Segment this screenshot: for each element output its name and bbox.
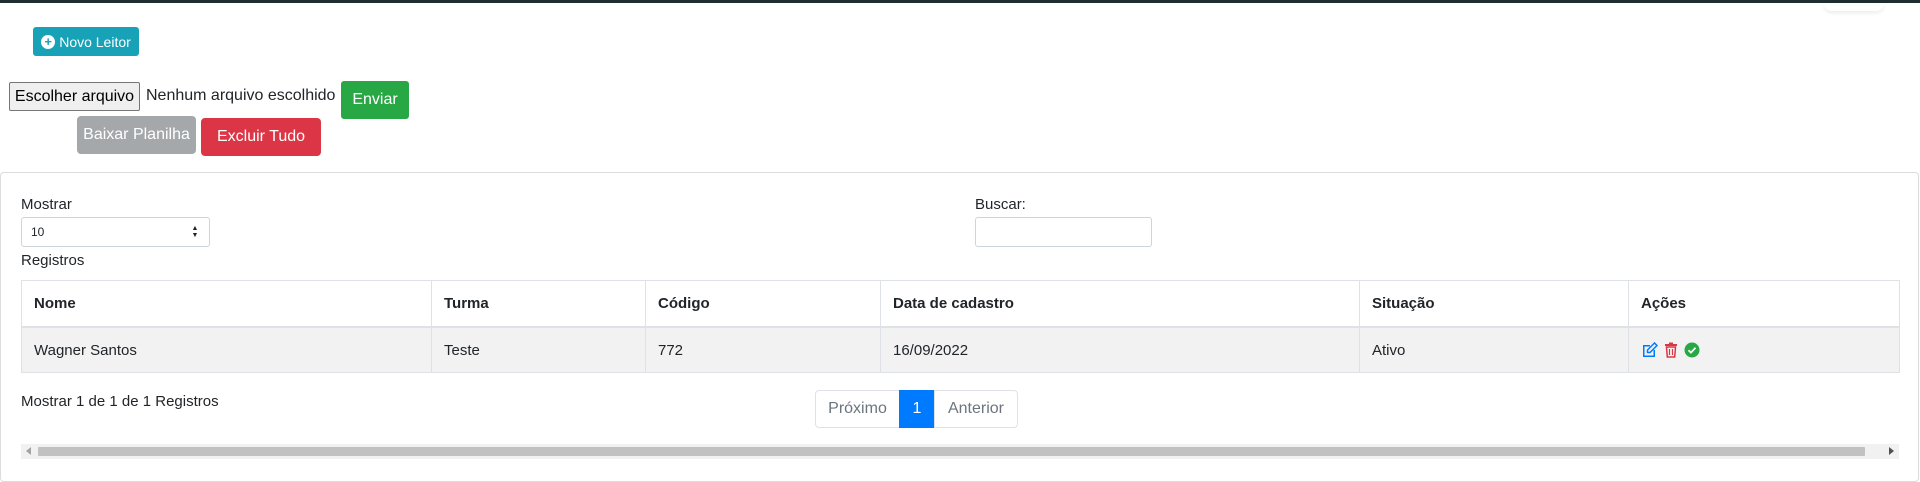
download-sheet-button[interactable]: Baixar Planilha [77, 116, 196, 154]
cell-situacao: Ativo [1359, 326, 1629, 373]
scroll-right-arrow-icon[interactable] [1889, 447, 1894, 455]
top-bar [0, 0, 1920, 3]
header-acoes: Ações [1628, 280, 1900, 328]
file-status-text: Nenhum arquivo escolhido [146, 87, 336, 104]
header-data-cadastro[interactable]: Data de cadastro [880, 280, 1360, 328]
edit-icon[interactable] [1641, 342, 1658, 358]
pagination-previous[interactable]: Anterior [934, 390, 1018, 428]
header-nome[interactable]: Nome [21, 280, 432, 328]
cell-data: 16/09/2022 [880, 326, 1360, 373]
choose-file-button[interactable]: Escolher arquivo [9, 82, 140, 111]
search-input[interactable] [975, 217, 1152, 247]
show-label: Mostrar [21, 196, 72, 213]
cell-codigo: 772 [645, 326, 881, 373]
plus-circle-icon: + [41, 34, 56, 49]
horizontal-scrollbar[interactable] [21, 444, 1899, 459]
top-bar-shadow [1824, 3, 1884, 11]
records-info: Mostrar 1 de 1 de 1 Registros [21, 393, 219, 410]
page-size-value: 10 [31, 225, 45, 239]
cell-nome: Wagner Santos [21, 326, 432, 373]
header-turma[interactable]: Turma [431, 280, 646, 328]
cell-turma: Teste [431, 326, 646, 373]
pagination-page-1[interactable]: 1 [899, 390, 935, 428]
table-header-row: Nome Turma Código Data de cadastro Situa… [21, 280, 1900, 328]
table-row: Wagner Santos Teste 772 16/09/2022 Ativo [21, 326, 1900, 373]
cell-acoes [1628, 326, 1900, 373]
select-arrows-icon: ▲ ▼ [191, 225, 199, 239]
trash-icon[interactable] [1664, 342, 1678, 358]
records-label: Registros [21, 252, 85, 269]
readers-table: Nome Turma Código Data de cadastro Situa… [21, 280, 1900, 373]
delete-all-button[interactable]: Excluir Tudo [201, 118, 321, 156]
page-size-select[interactable]: 10 ▲ ▼ [21, 217, 210, 247]
search-label: Buscar: [975, 196, 1026, 213]
scrollbar-thumb[interactable] [38, 447, 1865, 456]
new-reader-label: Novo Leitor [59, 33, 131, 50]
header-situacao[interactable]: Situação [1359, 280, 1629, 328]
header-codigo[interactable]: Código [645, 280, 881, 328]
pagination: Próximo 1 Anterior [815, 390, 1018, 428]
scroll-left-arrow-icon[interactable] [26, 447, 31, 455]
new-reader-button[interactable]: + Novo Leitor [33, 27, 139, 56]
send-button[interactable]: Enviar [341, 81, 409, 119]
pagination-next[interactable]: Próximo [815, 390, 900, 428]
check-circle-icon[interactable] [1684, 342, 1700, 358]
